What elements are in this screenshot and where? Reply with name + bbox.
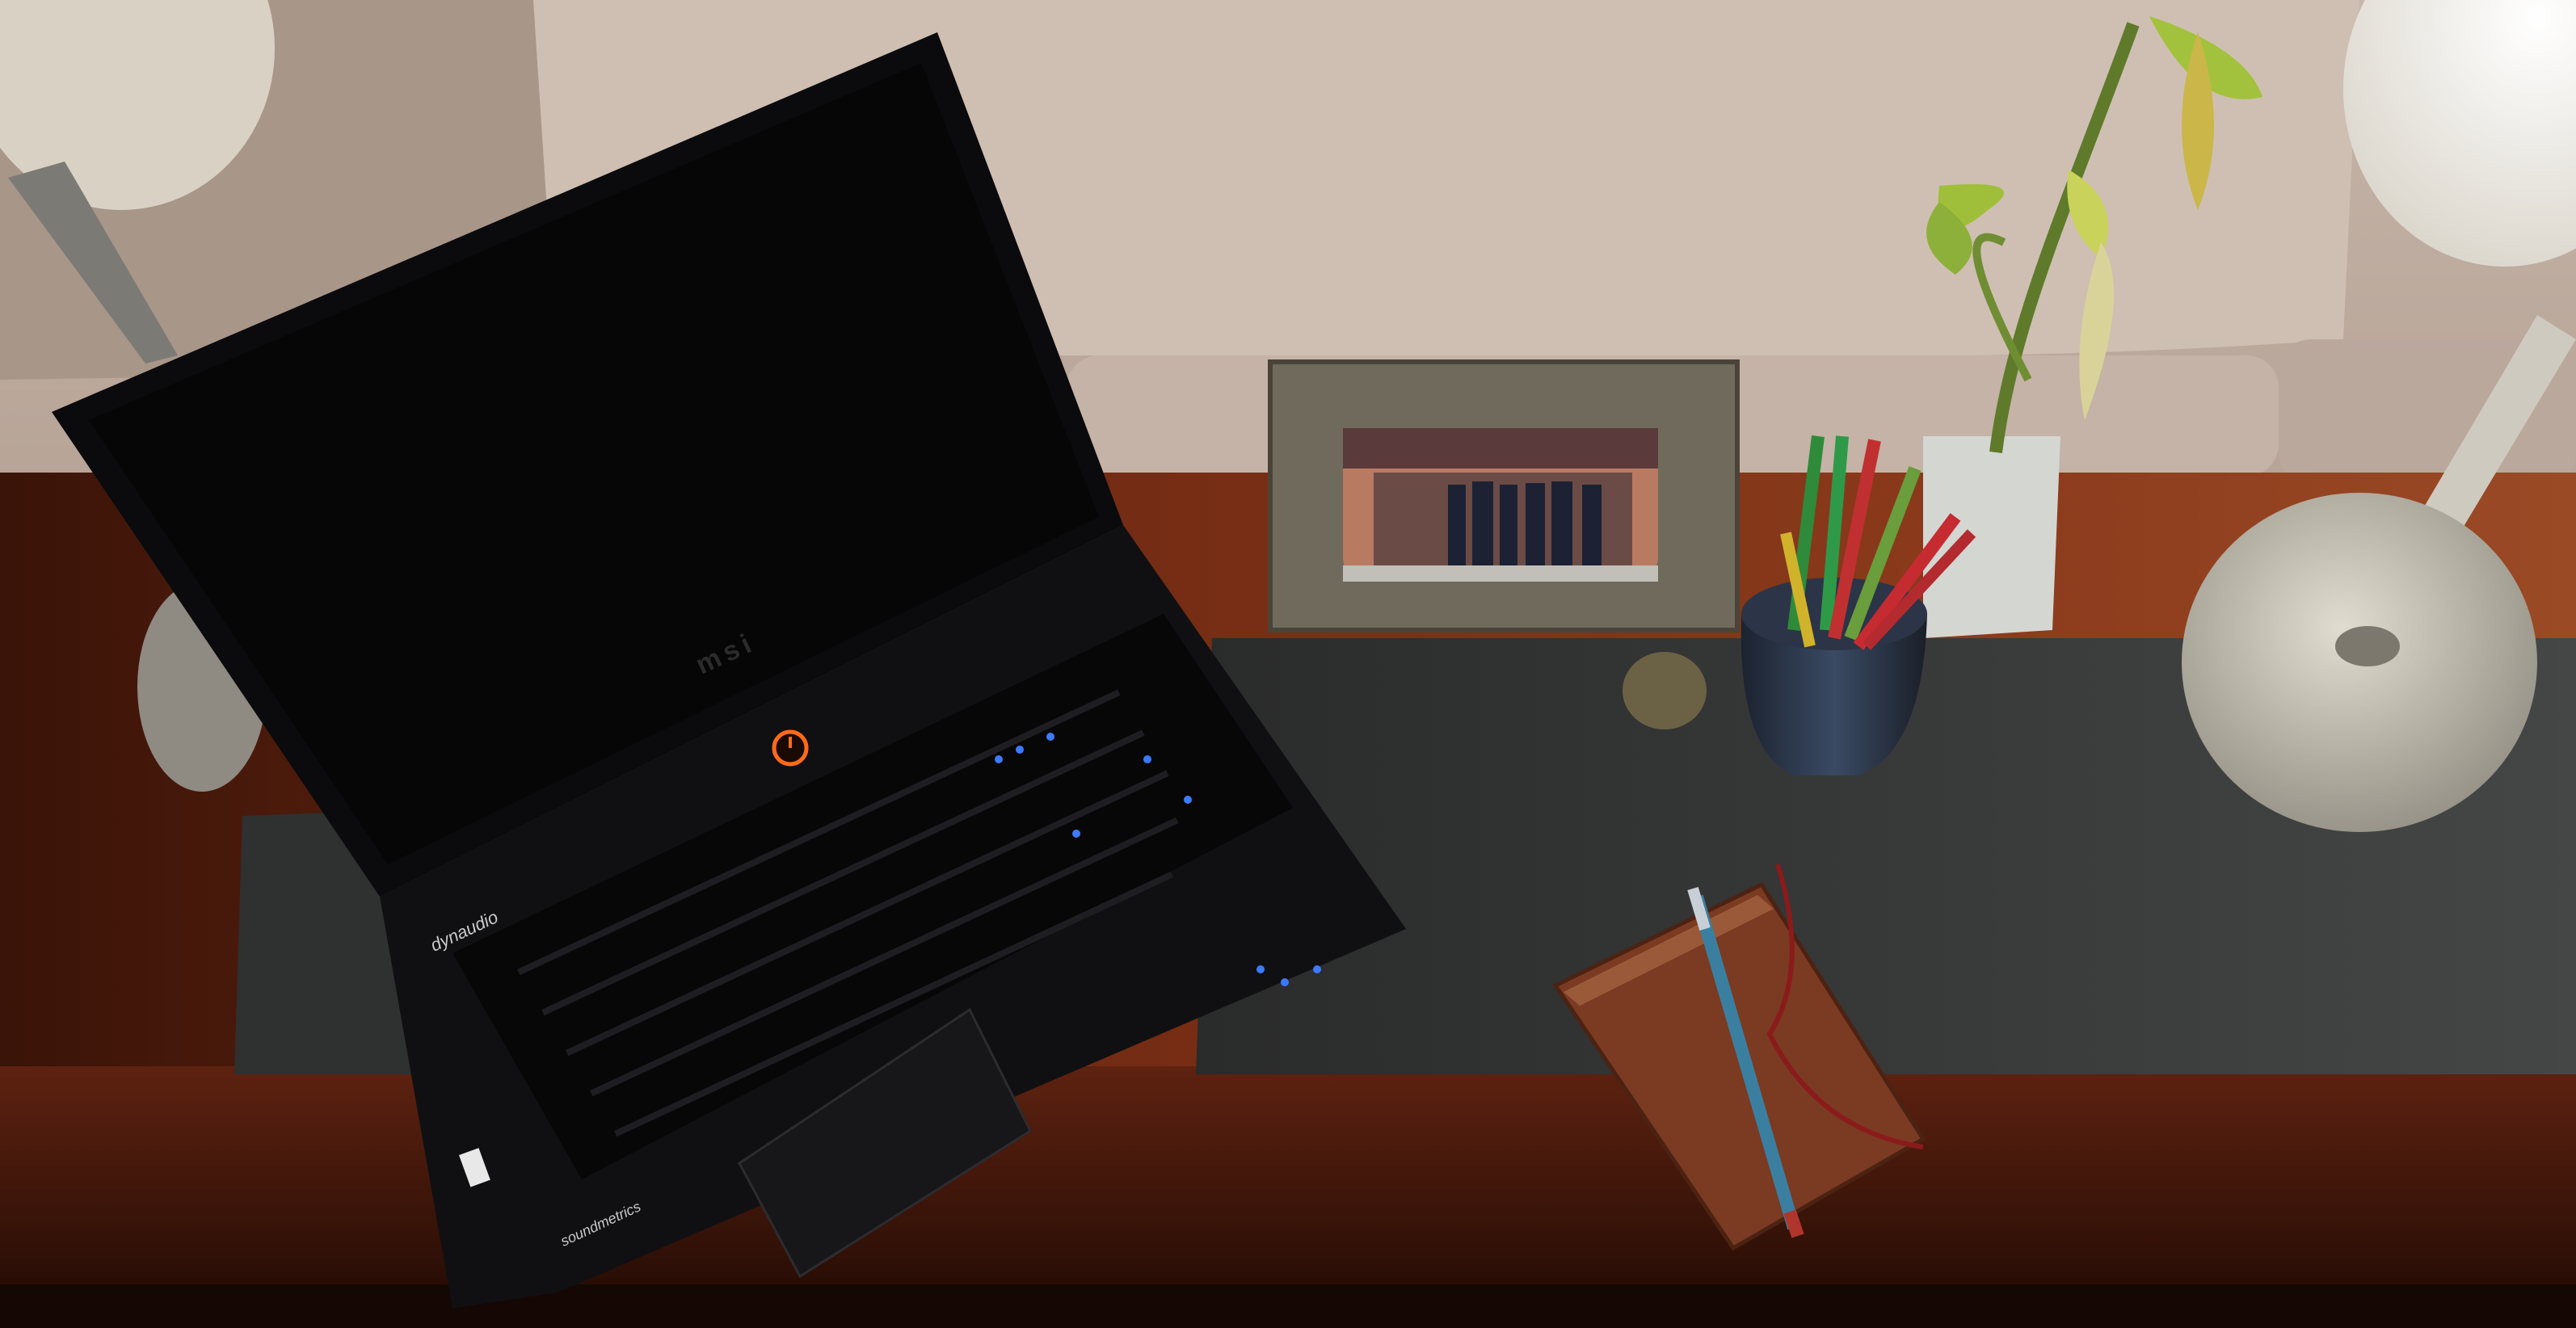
stone — [1623, 652, 1707, 729]
desk-photo: msi dynaudio soundmetrics — [0, 0, 2576, 1328]
photo-illustration — [0, 0, 2576, 1328]
picture-frame — [1268, 359, 1740, 632]
